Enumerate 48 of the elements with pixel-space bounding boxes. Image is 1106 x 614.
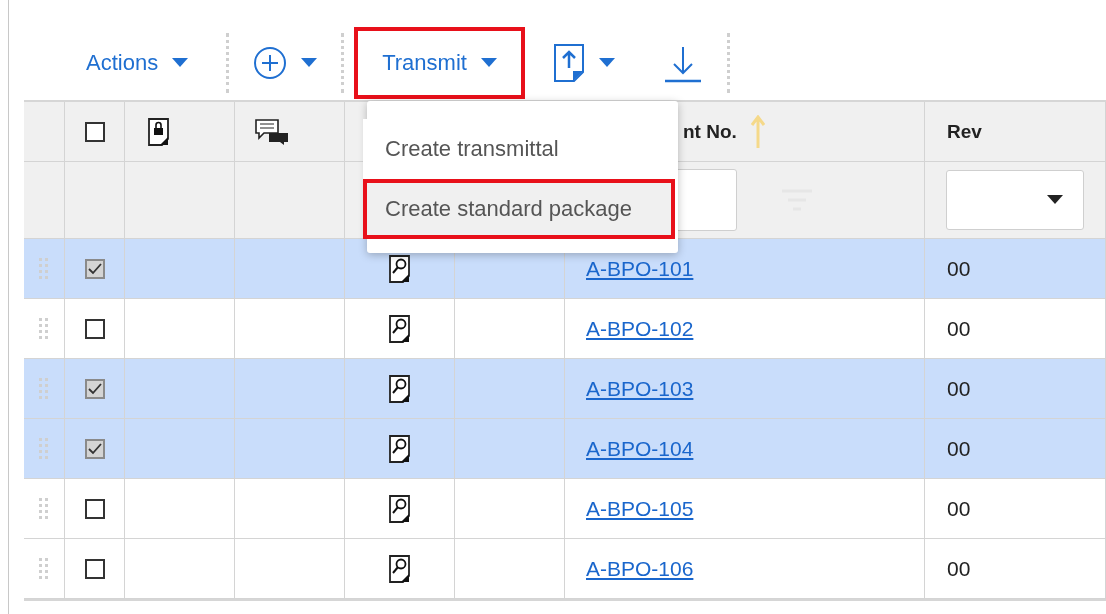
rev-cell: 00 [947, 436, 971, 461]
caret-icon [480, 58, 497, 68]
drag-handle-icon[interactable] [39, 497, 49, 520]
document-link[interactable]: A-BPO-103 [586, 376, 694, 401]
column-header[interactable]: nt No. [683, 120, 737, 143]
row-checkbox[interactable] [84, 498, 105, 519]
caret-icon [1047, 195, 1063, 205]
locked-document-icon [147, 117, 171, 146]
actions-button[interactable]: Actions [58, 27, 217, 99]
drag-handle-icon[interactable] [39, 377, 49, 400]
rev-cell: 00 [947, 256, 971, 281]
menu-item[interactable]: Create standard package [363, 179, 675, 239]
row-checkbox[interactable] [84, 438, 105, 459]
select-all-checkbox[interactable] [84, 121, 105, 142]
drag-handle-icon[interactable] [39, 437, 49, 460]
drag-handle-icon[interactable] [39, 257, 49, 280]
rev-cell: 00 [947, 496, 971, 521]
document-link[interactable]: A-BPO-102 [586, 316, 694, 341]
view-document-icon [387, 434, 412, 463]
document-link[interactable]: A-BPO-105 [586, 496, 694, 521]
plus-circle-icon [253, 46, 288, 80]
document-link[interactable]: A-BPO-104 [586, 436, 694, 461]
rev-cell: 00 [947, 556, 971, 581]
toolbar-separator [726, 33, 730, 93]
rev-cell: 00 [947, 376, 971, 401]
transmit-button[interactable]: Transmit [354, 27, 525, 99]
upload-document-icon [552, 44, 585, 82]
rev-cell: 00 [947, 316, 971, 341]
view-document-icon [387, 254, 412, 283]
view-document-icon [387, 554, 412, 583]
caret-icon [172, 58, 189, 68]
column-header[interactable]: Rev [947, 120, 982, 143]
view-document-icon [387, 494, 412, 523]
drag-handle-icon[interactable] [39, 557, 49, 580]
row-checkbox[interactable] [84, 378, 105, 399]
row-checkbox[interactable] [84, 558, 105, 579]
caret-icon [598, 58, 615, 68]
row-checkbox[interactable] [84, 258, 105, 279]
toolbar-separator [226, 33, 230, 93]
row-checkbox[interactable] [84, 318, 105, 339]
document-link[interactable]: A-BPO-101 [586, 256, 694, 281]
caret-icon [301, 58, 318, 68]
drag-handle-icon[interactable] [39, 317, 49, 340]
comments-icon [255, 118, 289, 145]
document-link[interactable]: A-BPO-106 [586, 556, 694, 581]
toolbar-separator [341, 33, 345, 93]
view-document-icon [387, 374, 412, 403]
view-document-icon [387, 314, 412, 343]
